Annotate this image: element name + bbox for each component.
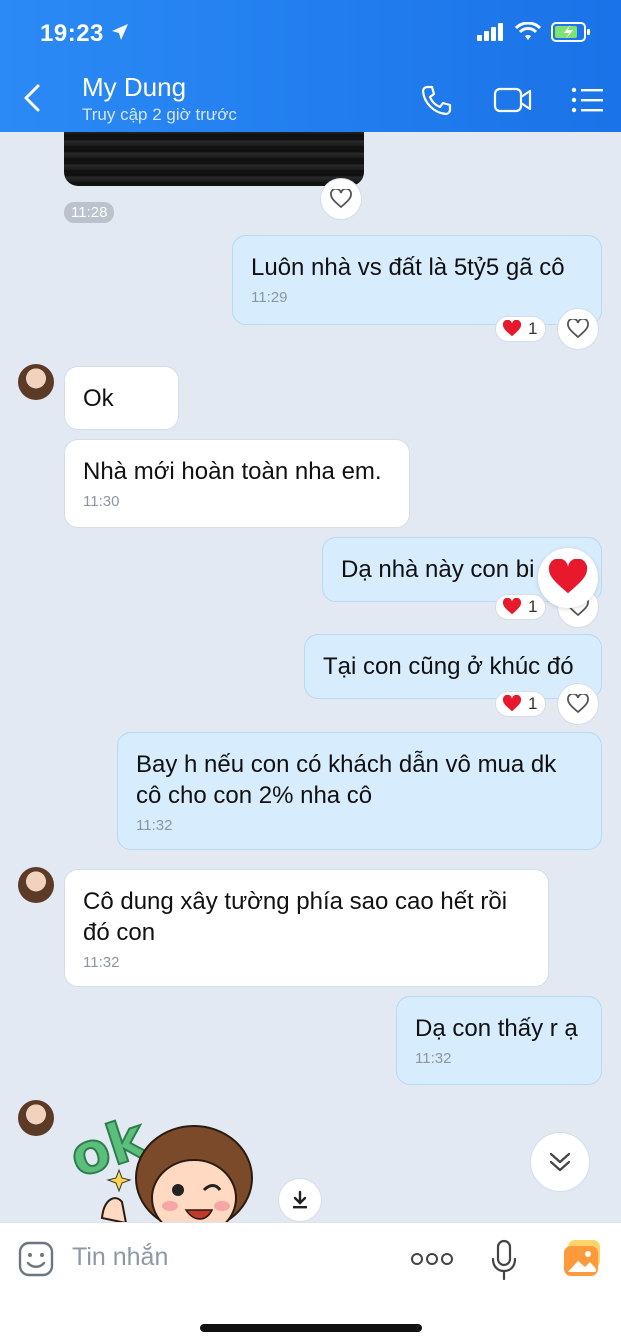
outgoing-message[interactable]: Tại con cũng ở khúc đó [304, 634, 602, 699]
chat-header: 19:23 My Dung Truy cập 2 giờ trước [0, 0, 621, 132]
wifi-icon [515, 22, 541, 40]
download-button[interactable] [278, 1178, 322, 1222]
red-heart-icon [548, 559, 588, 594]
heart-outline-icon [567, 319, 589, 339]
outgoing-message[interactable]: Dạ con thấy r ạ 11:32 [396, 996, 602, 1085]
message-text: Ok [83, 385, 114, 412]
reaction-count[interactable]: 1 [495, 594, 547, 620]
message-time: 11:28 [64, 202, 115, 223]
red-heart-icon [502, 320, 522, 337]
message-text-line: đó con [83, 919, 156, 946]
message-time: 11:32 [136, 817, 173, 834]
scroll-to-bottom-button[interactable] [530, 1132, 590, 1192]
red-heart-icon [502, 598, 522, 615]
react-heart-button[interactable] [557, 308, 599, 350]
incoming-message[interactable]: Cô dung xây tường phía sao cao hết rồi đ… [64, 869, 549, 987]
incoming-message[interactable]: Nhà mới hoàn toàn nha em. 11:30 [64, 439, 410, 528]
react-heart-button[interactable] [320, 178, 362, 220]
heart-outline-icon [567, 694, 589, 714]
status-time: 19:23 [40, 20, 104, 47]
home-indicator [200, 1324, 422, 1332]
contact-avatar[interactable] [18, 364, 54, 400]
status-icons [477, 22, 591, 42]
location-arrow-icon [112, 24, 128, 40]
message-time: 11:32 [83, 954, 120, 971]
signal-icon [477, 23, 503, 41]
back-icon[interactable] [18, 80, 48, 116]
message-time: 11:29 [251, 289, 288, 306]
ok-sticker[interactable]: ok [64, 1098, 264, 1222]
contact-name[interactable]: My Dung [82, 72, 186, 103]
chat-area[interactable]: 11:28 Luôn nhà vs đất là 5tỷ5 gã cô 11:2… [0, 132, 621, 1222]
heart-outline-icon [330, 189, 352, 209]
message-text-line: cô cho con 2% nha cô [136, 782, 373, 809]
microphone-icon[interactable] [490, 1239, 518, 1281]
battery-charging-icon [551, 22, 590, 42]
emoji-sticker-icon[interactable] [18, 1241, 54, 1277]
more-options-icon[interactable] [410, 1251, 454, 1267]
red-heart-icon [502, 695, 522, 712]
message-text-line: Cô dung xây tường phía sao cao hết rồi [83, 888, 508, 915]
photo-gallery-icon[interactable] [563, 1239, 603, 1277]
message-text-line: Bay h nếu con có khách dẫn vô mua dk [136, 751, 557, 778]
message-text: Nhà mới hoàn toàn nha em. [83, 458, 382, 485]
download-icon [293, 1190, 307, 1209]
heart-reaction-popup[interactable] [538, 548, 598, 608]
incoming-message[interactable]: Ok [64, 366, 179, 430]
reaction-number: 1 [528, 319, 538, 338]
shared-image[interactable] [64, 132, 364, 186]
video-call-icon[interactable] [493, 84, 533, 116]
react-heart-button[interactable] [557, 683, 599, 725]
outgoing-message[interactable]: Bay h nếu con có khách dẫn vô mua dk cô … [117, 732, 602, 850]
contact-avatar[interactable] [18, 867, 54, 903]
reaction-number: 1 [528, 597, 538, 616]
message-time: 11:30 [83, 493, 120, 510]
last-seen-status: Truy cập 2 giờ trước [82, 105, 237, 124]
phone-icon[interactable] [420, 84, 452, 116]
message-time: 11:32 [415, 1050, 452, 1067]
message-input[interactable]: Tin nhắn [72, 1243, 168, 1272]
contact-avatar[interactable] [18, 1100, 54, 1136]
menu-list-icon[interactable] [570, 84, 604, 116]
reaction-number: 1 [528, 694, 538, 713]
reaction-count[interactable]: 1 [495, 691, 547, 717]
message-text: Tại con cũng ở khúc đó [323, 653, 574, 680]
outgoing-message[interactable]: Luôn nhà vs đất là 5tỷ5 gã cô 11:29 [232, 235, 602, 325]
reaction-count[interactable]: 1 [495, 316, 547, 342]
message-text: Luôn nhà vs đất là 5tỷ5 gã cô [251, 254, 565, 281]
message-text: Dạ con thấy r ạ [415, 1015, 578, 1042]
chevron-double-down-icon [549, 1152, 571, 1172]
